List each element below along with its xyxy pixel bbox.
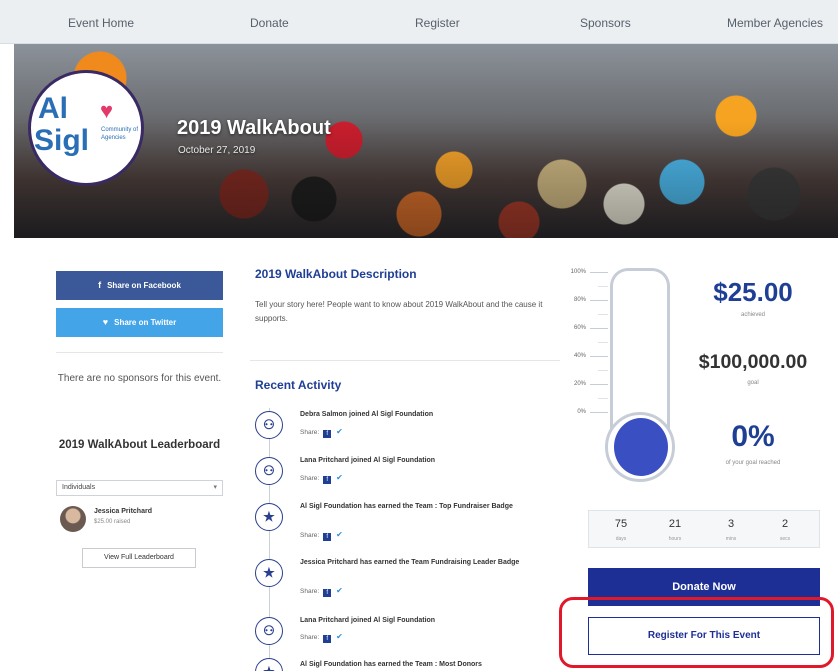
countdown-days-label: days — [615, 536, 627, 542]
activity-item-text: Lana Pritchard joined Al Sigl Foundation — [300, 617, 436, 624]
countdown-mins-label: mins — [725, 536, 737, 542]
twitter-icon: ♥ — [102, 317, 109, 327]
thermometer-tick-label: 40% — [573, 353, 586, 359]
leaderboard-filter-select[interactable]: Individuals ▾ — [56, 480, 223, 496]
goal-percent: 0% — [731, 420, 775, 453]
countdown-secs-value: 2 — [781, 518, 789, 530]
twitter-share-icon[interactable]: ✔ — [336, 530, 343, 539]
thermometer-tick-label: 20% — [573, 381, 586, 387]
twitter-share-icon[interactable]: ✔ — [336, 427, 343, 436]
nav-event-home[interactable]: Event Home — [68, 16, 134, 30]
thermometer-tick-label: 0% — [577, 409, 586, 415]
share-twitter-label: Share on Twitter — [114, 318, 177, 327]
thermometer-tick — [590, 328, 608, 329]
countdown-mins-value: 3 — [727, 518, 735, 530]
logo-tagline: Community of Agencies — [101, 127, 139, 141]
facebook-share-icon[interactable]: f — [323, 635, 332, 643]
heart-logo-icon: ♥ — [100, 98, 114, 123]
thermometer-tick-label: 80% — [573, 297, 586, 303]
activity-item-text: Al Sigl Foundation has earned the Team :… — [300, 661, 482, 668]
star-badge-icon: ★ — [255, 559, 283, 587]
share-label: Share: — [300, 429, 320, 436]
thermometer-tick — [590, 300, 608, 301]
thermometer-tick-label: 100% — [570, 269, 586, 275]
nav-donate[interactable]: Donate — [250, 16, 289, 30]
user-join-icon: ⚇ — [255, 617, 283, 645]
logo-text-sigl: Sigl — [34, 124, 90, 157]
twitter-share-icon[interactable]: ✔ — [336, 586, 343, 595]
event-title: 2019 WalkAbout — [177, 117, 331, 139]
goal-percent-label: of your goal reached — [725, 460, 781, 466]
thermometer-tick — [590, 384, 608, 385]
view-full-leaderboard-button[interactable]: View Full Leaderboard — [82, 548, 196, 568]
activity-share-row: Share: f ✔ — [300, 586, 343, 597]
chevron-down-icon: ▾ — [213, 484, 217, 491]
activity-share-row: Share: f ✔ — [300, 473, 343, 484]
activity-share-row: Share: f ✔ — [300, 632, 343, 643]
countdown-hours-value: 21 — [668, 518, 682, 530]
activity-share-row: Share: f ✔ — [300, 530, 343, 541]
activity-item-text: Debra Salmon joined Al Sigl Foundation — [300, 411, 434, 418]
activity-item-text: Al Sigl Foundation has earned the Team :… — [300, 503, 513, 510]
countdown-secs-label: secs — [779, 536, 791, 542]
register-for-event-button[interactable]: Register For This Event — [588, 617, 820, 655]
thermometer-tube — [610, 268, 670, 434]
leaderboard-entry-name[interactable]: Jessica Pritchard — [94, 508, 152, 515]
nav-sponsors[interactable]: Sponsors — [580, 16, 631, 30]
facebook-share-icon[interactable]: f — [323, 533, 332, 541]
user-join-icon: ⚇ — [255, 411, 283, 439]
leaderboard-filter-value: Individuals — [62, 484, 96, 491]
event-date: October 27, 2019 — [178, 145, 256, 156]
goal-label: goal — [747, 380, 759, 386]
share-label: Share: — [300, 532, 320, 539]
activity-share-row: Share: f ✔ — [300, 427, 343, 438]
leaderboard-entry-amount: $25.00 raised — [94, 519, 131, 525]
star-badge-icon: ★ — [255, 658, 283, 671]
top-nav: Event Home Donate Register Sponsors Memb… — [0, 0, 838, 44]
no-sponsors-text: There are no sponsors for this event. — [57, 373, 222, 384]
leaderboard-title: 2019 WalkAbout Leaderboard — [58, 439, 221, 451]
countdown-hours-label: hours — [668, 536, 682, 542]
facebook-share-icon[interactable]: f — [323, 430, 332, 438]
activity-item-text: Jessica Pritchard has earned the Team Fu… — [300, 559, 520, 566]
logo-text-al: Al — [38, 92, 68, 125]
share-twitter-button[interactable]: ♥ Share on Twitter — [56, 308, 223, 337]
share-facebook-label: Share on Facebook — [107, 281, 181, 290]
facebook-share-icon[interactable]: f — [323, 589, 332, 597]
thermometer-fill — [614, 418, 668, 476]
thermometer-minor-tick — [598, 398, 608, 399]
twitter-share-icon[interactable]: ✔ — [336, 473, 343, 482]
share-label: Share: — [300, 588, 320, 595]
twitter-share-icon[interactable]: ✔ — [336, 632, 343, 641]
thermometer-minor-tick — [598, 314, 608, 315]
thermometer-tick — [590, 356, 608, 357]
share-facebook-button[interactable]: f Share on Facebook — [56, 271, 223, 300]
goal-amount: $100,000.00 — [698, 351, 808, 373]
share-label: Share: — [300, 475, 320, 482]
recent-activity-title: Recent Activity — [255, 378, 342, 392]
user-join-icon: ⚇ — [255, 457, 283, 485]
thermometer-minor-tick — [598, 342, 608, 343]
thermometer-tick — [590, 272, 608, 273]
nav-member-agencies[interactable]: Member Agencies — [727, 16, 823, 30]
thermometer-tick-label: 60% — [573, 325, 586, 331]
leaderboard-avatar — [60, 506, 86, 532]
left-divider — [56, 352, 223, 353]
facebook-icon: f — [98, 280, 102, 290]
event-countdown: 75 days 21 hours 3 mins 2 secs — [588, 510, 820, 548]
thermometer-minor-tick — [598, 286, 608, 287]
countdown-days-value: 75 — [614, 518, 628, 530]
description-title: 2019 WalkAbout Description — [255, 267, 417, 281]
facebook-share-icon[interactable]: f — [323, 476, 332, 484]
achieved-label: achieved — [740, 312, 766, 318]
nav-register[interactable]: Register — [415, 16, 460, 30]
thermometer-tick — [590, 412, 608, 413]
star-badge-icon: ★ — [255, 503, 283, 531]
description-text: Tell your story here! People want to kno… — [255, 300, 543, 323]
activity-item-text: Lana Pritchard joined Al Sigl Foundation — [300, 457, 436, 464]
share-label: Share: — [300, 634, 320, 641]
thermometer-minor-tick — [598, 370, 608, 371]
center-divider — [250, 360, 560, 361]
achieved-amount: $25.00 — [713, 277, 793, 307]
